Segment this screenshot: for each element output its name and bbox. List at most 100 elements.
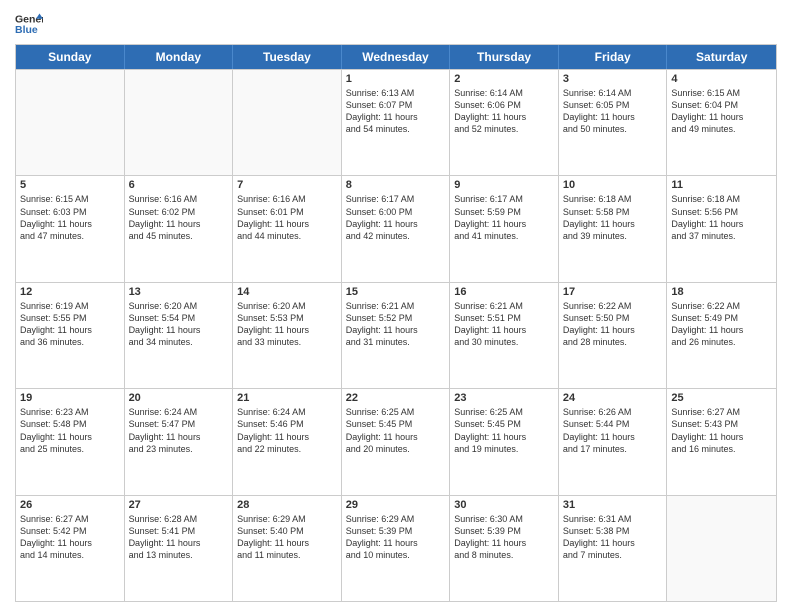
calendar-cell: 8Sunrise: 6:17 AM Sunset: 6:00 PM Daylig… xyxy=(342,176,451,281)
day-info: Sunrise: 6:13 AM Sunset: 6:07 PM Dayligh… xyxy=(346,87,446,136)
day-number: 9 xyxy=(454,179,554,191)
day-number: 12 xyxy=(20,286,120,298)
day-number: 14 xyxy=(237,286,337,298)
day-info: Sunrise: 6:16 AM Sunset: 6:02 PM Dayligh… xyxy=(129,193,229,242)
day-info: Sunrise: 6:15 AM Sunset: 6:04 PM Dayligh… xyxy=(671,87,772,136)
calendar-cell: 21 Sunrise: 6:24 AM Sunset: 5:46 PM Dayli… xyxy=(233,389,342,494)
day-info: Sunrise: 6:17 AM Sunset: 5:59 PM Dayligh… xyxy=(454,193,554,242)
day-number: 16 xyxy=(454,286,554,298)
calendar-day-header: Sunday xyxy=(16,45,125,69)
day-number: 19 xyxy=(20,392,120,404)
day-number: 6 xyxy=(129,179,229,191)
calendar-cell: 27 Sunrise: 6:28 AM Sunset: 5:41 PM Dayli… xyxy=(125,496,234,601)
day-info: Sunrise: 6:14 AM Sunset: 6:05 PM Dayligh… xyxy=(563,87,663,136)
calendar-cell: 30 Sunrise: 6:30 AM Sunset: 5:39 PM Dayli… xyxy=(450,496,559,601)
day-number: 15 xyxy=(346,286,446,298)
day-number: 21 xyxy=(237,392,337,404)
day-info: Sunrise: 6:18 AM Sunset: 5:58 PM Dayligh… xyxy=(563,193,663,242)
day-info: Sunrise: 6:25 AM Sunset: 5:45 PM Dayligh… xyxy=(346,406,446,455)
calendar-week: 19 Sunrise: 6:23 AM Sunset: 5:48 PM Dayli… xyxy=(16,388,776,494)
calendar-day-header: Thursday xyxy=(450,45,559,69)
day-number: 22 xyxy=(346,392,446,404)
day-info: Sunrise: 6:24 AM Sunset: 5:47 PM Dayligh… xyxy=(129,406,229,455)
svg-text:Blue: Blue xyxy=(15,24,38,36)
calendar-cell: 22 Sunrise: 6:25 AM Sunset: 5:45 PM Dayli… xyxy=(342,389,451,494)
day-number: 18 xyxy=(671,286,772,298)
day-number: 4 xyxy=(671,73,772,85)
calendar-cell: 20 Sunrise: 6:24 AM Sunset: 5:47 PM Dayli… xyxy=(125,389,234,494)
day-number: 3 xyxy=(563,73,663,85)
calendar-cell: 9 Sunrise: 6:17 AM Sunset: 5:59 PM Daylig… xyxy=(450,176,559,281)
day-info: Sunrise: 6:28 AM Sunset: 5:41 PM Dayligh… xyxy=(129,513,229,562)
calendar-cell: 17 Sunrise: 6:22 AM Sunset: 5:50 PM Dayli… xyxy=(559,283,668,388)
calendar-cell: 26Sunrise: 6:27 AM Sunset: 5:42 PM Dayli… xyxy=(16,496,125,601)
calendar-day-header: Monday xyxy=(125,45,234,69)
calendar-day-header: Saturday xyxy=(667,45,776,69)
day-number: 10 xyxy=(563,179,663,191)
day-info: Sunrise: 6:24 AM Sunset: 5:46 PM Dayligh… xyxy=(237,406,337,455)
day-info: Sunrise: 6:23 AM Sunset: 5:48 PM Dayligh… xyxy=(20,406,120,455)
calendar-day-header: Wednesday xyxy=(342,45,451,69)
day-info: Sunrise: 6:21 AM Sunset: 5:51 PM Dayligh… xyxy=(454,300,554,349)
calendar: SundayMondayTuesdayWednesdayThursdayFrid… xyxy=(15,44,777,602)
logo: General Blue xyxy=(15,10,43,38)
calendar-cell: 11 Sunrise: 6:18 AM Sunset: 5:56 PM Dayli… xyxy=(667,176,776,281)
calendar-cell: 19 Sunrise: 6:23 AM Sunset: 5:48 PM Dayli… xyxy=(16,389,125,494)
day-number: 11 xyxy=(671,179,772,191)
calendar-cell: 31 Sunrise: 6:31 AM Sunset: 5:38 PM Dayli… xyxy=(559,496,668,601)
calendar-week: 1 Sunrise: 6:13 AM Sunset: 6:07 PM Daylig… xyxy=(16,69,776,175)
day-info: Sunrise: 6:21 AM Sunset: 5:52 PM Dayligh… xyxy=(346,300,446,349)
calendar-cell xyxy=(233,70,342,175)
calendar-cell: 1 Sunrise: 6:13 AM Sunset: 6:07 PM Daylig… xyxy=(342,70,451,175)
day-number: 13 xyxy=(129,286,229,298)
day-info: Sunrise: 6:27 AM Sunset: 5:43 PM Dayligh… xyxy=(671,406,772,455)
calendar-cell: 29 Sunrise: 6:29 AM Sunset: 5:39 PM Dayli… xyxy=(342,496,451,601)
day-number: 29 xyxy=(346,499,446,511)
calendar-cell: 3 Sunrise: 6:14 AM Sunset: 6:05 PM Daylig… xyxy=(559,70,668,175)
day-info: Sunrise: 6:17 AM Sunset: 6:00 PM Dayligh… xyxy=(346,193,446,242)
calendar-day-header: Friday xyxy=(559,45,668,69)
day-number: 17 xyxy=(563,286,663,298)
day-info: Sunrise: 6:25 AM Sunset: 5:45 PM Dayligh… xyxy=(454,406,554,455)
day-number: 7 xyxy=(237,179,337,191)
day-info: Sunrise: 6:29 AM Sunset: 5:39 PM Dayligh… xyxy=(346,513,446,562)
calendar-week: 26Sunrise: 6:27 AM Sunset: 5:42 PM Dayli… xyxy=(16,495,776,601)
calendar-cell: 2Sunrise: 6:14 AM Sunset: 6:06 PM Daylig… xyxy=(450,70,559,175)
calendar-cell: 4 Sunrise: 6:15 AM Sunset: 6:04 PM Daylig… xyxy=(667,70,776,175)
day-info: Sunrise: 6:18 AM Sunset: 5:56 PM Dayligh… xyxy=(671,193,772,242)
day-info: Sunrise: 6:19 AM Sunset: 5:55 PM Dayligh… xyxy=(20,300,120,349)
day-info: Sunrise: 6:16 AM Sunset: 6:01 PM Dayligh… xyxy=(237,193,337,242)
calendar-cell xyxy=(16,70,125,175)
day-info: Sunrise: 6:27 AM Sunset: 5:42 PM Dayligh… xyxy=(20,513,120,562)
day-info: Sunrise: 6:14 AM Sunset: 6:06 PM Dayligh… xyxy=(454,87,554,136)
calendar-cell: 24Sunrise: 6:26 AM Sunset: 5:44 PM Dayli… xyxy=(559,389,668,494)
calendar-day-header: Tuesday xyxy=(233,45,342,69)
calendar-cell: 18 Sunrise: 6:22 AM Sunset: 5:49 PM Dayli… xyxy=(667,283,776,388)
calendar-cell: 7 Sunrise: 6:16 AM Sunset: 6:01 PM Daylig… xyxy=(233,176,342,281)
day-number: 25 xyxy=(671,392,772,404)
day-info: Sunrise: 6:22 AM Sunset: 5:49 PM Dayligh… xyxy=(671,300,772,349)
calendar-body: 1 Sunrise: 6:13 AM Sunset: 6:07 PM Daylig… xyxy=(16,69,776,601)
calendar-cell xyxy=(125,70,234,175)
day-info: Sunrise: 6:20 AM Sunset: 5:54 PM Dayligh… xyxy=(129,300,229,349)
day-number: 30 xyxy=(454,499,554,511)
day-info: Sunrise: 6:31 AM Sunset: 5:38 PM Dayligh… xyxy=(563,513,663,562)
day-info: Sunrise: 6:20 AM Sunset: 5:53 PM Dayligh… xyxy=(237,300,337,349)
day-info: Sunrise: 6:22 AM Sunset: 5:50 PM Dayligh… xyxy=(563,300,663,349)
day-info: Sunrise: 6:30 AM Sunset: 5:39 PM Dayligh… xyxy=(454,513,554,562)
logo-icon: General Blue xyxy=(15,10,43,38)
day-number: 20 xyxy=(129,392,229,404)
calendar-week: 5 Sunrise: 6:15 AM Sunset: 6:03 PM Daylig… xyxy=(16,175,776,281)
day-info: Sunrise: 6:29 AM Sunset: 5:40 PM Dayligh… xyxy=(237,513,337,562)
calendar-cell: 15 Sunrise: 6:21 AM Sunset: 5:52 PM Dayli… xyxy=(342,283,451,388)
day-info: Sunrise: 6:15 AM Sunset: 6:03 PM Dayligh… xyxy=(20,193,120,242)
day-info: Sunrise: 6:26 AM Sunset: 5:44 PM Dayligh… xyxy=(563,406,663,455)
day-number: 23 xyxy=(454,392,554,404)
day-number: 31 xyxy=(563,499,663,511)
day-number: 5 xyxy=(20,179,120,191)
calendar-cell: 14 Sunrise: 6:20 AM Sunset: 5:53 PM Dayli… xyxy=(233,283,342,388)
day-number: 27 xyxy=(129,499,229,511)
calendar-cell: 16 Sunrise: 6:21 AM Sunset: 5:51 PM Dayli… xyxy=(450,283,559,388)
calendar-week: 12 Sunrise: 6:19 AM Sunset: 5:55 PM Dayli… xyxy=(16,282,776,388)
day-number: 1 xyxy=(346,73,446,85)
